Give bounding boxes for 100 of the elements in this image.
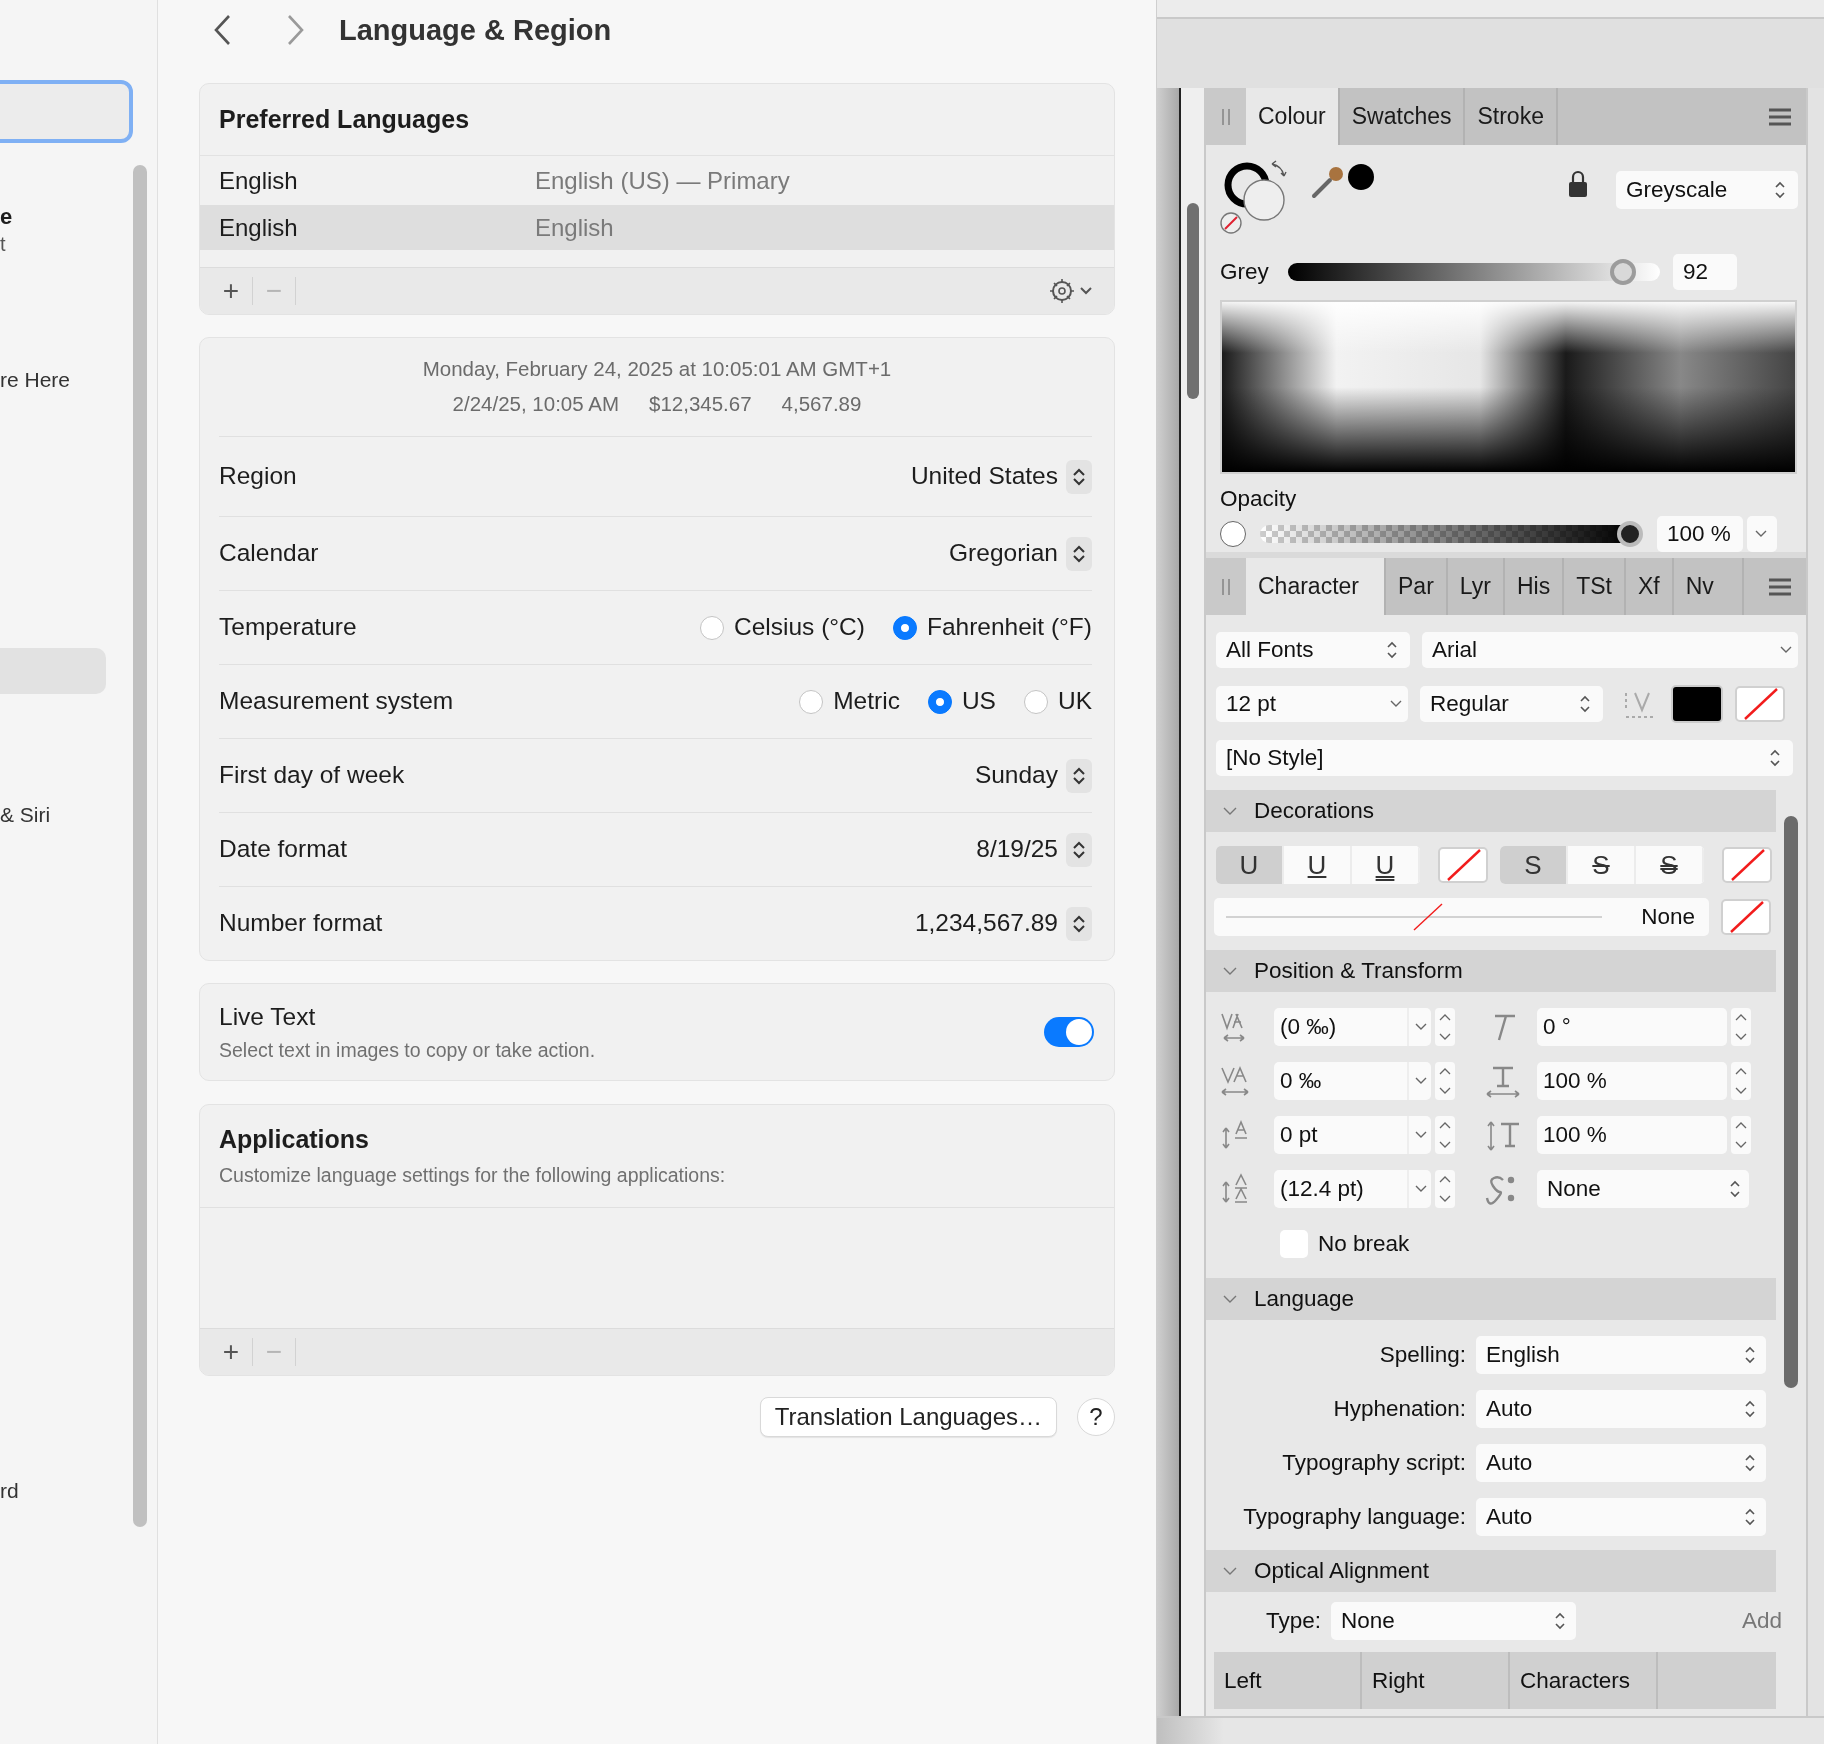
no-colour-swatch[interactable] [1721,899,1771,935]
value-field[interactable]: (12.4 pt) [1274,1170,1431,1208]
disclosure-chevron-icon [1222,965,1238,977]
slider-thumb[interactable] [1617,521,1643,547]
underline-option[interactable]: U [1216,846,1284,884]
line-style-field[interactable]: None [1214,898,1709,936]
language-row[interactable]: English English [200,205,1114,250]
menu-icon[interactable] [1768,106,1792,127]
lock-icon[interactable] [1568,170,1588,198]
section-description: Customize language settings for the following applications: [219,1162,727,1188]
radio-button[interactable] [892,615,917,640]
up-down-chevron-icon [1767,748,1783,768]
translation-languages-button[interactable]: Translation Languages… [759,1397,1057,1437]
popup-button[interactable]: Gregorian [949,535,1092,572]
font-weight-dropdown[interactable]: Regular [1420,686,1603,722]
grip-icon [1221,106,1231,127]
setting-label: Region [219,461,297,492]
menu-icon[interactable] [1768,576,1792,597]
strikethrough-option[interactable]: S [1500,846,1568,884]
add-button[interactable]: + [210,1338,252,1366]
help-button[interactable]: ? [1077,1398,1115,1436]
setting-label: Calendar [219,538,319,569]
stepper[interactable] [1435,1062,1455,1100]
up-down-chevron-icon [1742,1507,1758,1527]
value-field[interactable]: 0 pt [1274,1116,1431,1154]
stepper[interactable] [1435,1116,1455,1154]
language-detail: English (US) — Primary [535,165,790,196]
section-header[interactable]: Decorations [1206,790,1776,832]
radio-label: Celsius (°C) [734,612,865,643]
up-down-chevron-icon [1071,466,1087,487]
radio-button[interactable] [799,689,824,714]
section-header[interactable]: Position & Transform [1206,950,1776,992]
value-field[interactable]: 0 ° [1537,1008,1727,1046]
field-label: Typography language: [1242,1503,1467,1532]
up-down-chevron-icon [1071,839,1087,860]
sidebar-item[interactable]: rd [0,1468,106,1514]
text-colour-swatch [1671,685,1723,723]
toggle-switch[interactable] [1044,1017,1094,1047]
popup-button[interactable]: 1,234,567.89 [914,905,1092,942]
popup-button[interactable]: 8/19/25 [976,831,1092,868]
field-label: Typography script: [1281,1449,1467,1478]
search-field[interactable] [0,80,133,143]
radio-button[interactable] [700,615,724,640]
popup-button[interactable]: Sunday [974,757,1092,794]
format-preview: Monday, February 24, 2025 at 10:05:01 AM GMT+1 [422,356,892,383]
panel-tab[interactable]: Character [1246,558,1386,615]
font-size-field[interactable]: 12 pt [1216,686,1408,722]
eyedropper-icon[interactable] [1310,164,1346,200]
up-down-chevron-icon [1742,1453,1758,1473]
transparent-swatch [1220,521,1246,547]
grip-icon [1221,576,1231,597]
stepper[interactable] [1731,1116,1751,1154]
no-colour-swatch[interactable] [1722,847,1772,883]
stepper[interactable] [1731,1062,1751,1100]
value-field[interactable]: 92 [1673,254,1737,290]
stepper[interactable] [1731,1008,1751,1046]
radio-label: Metric [833,686,900,717]
add-button[interactable]: + [210,277,252,305]
no-colour-swatch[interactable] [1438,847,1488,883]
value-dropdown[interactable]: Auto [1476,1390,1766,1428]
setting-label: First day of week [219,760,405,791]
stepper[interactable] [1435,1008,1455,1046]
paragraph-style-dropdown[interactable]: [No Style] [1216,740,1793,776]
popup-button[interactable]: United States [910,458,1092,495]
radio-button[interactable] [927,689,952,714]
font-name-field[interactable]: Arial [1422,632,1798,668]
setting-label: Date format [219,834,347,865]
value-field[interactable]: (0 ‰) [1274,1008,1431,1046]
language-name: English [219,212,299,243]
value-field[interactable]: 100 % [1537,1116,1727,1154]
font-collection-dropdown[interactable]: All Fonts [1216,632,1410,668]
section-header[interactable]: Language [1206,1278,1776,1320]
sidebar-item[interactable]: re Here [0,357,106,403]
value-dropdown[interactable]: None [1331,1602,1576,1640]
value-field[interactable]: 0 ‰ [1274,1062,1431,1100]
format-sample: $12,345.67 [649,391,752,417]
panel-tab[interactable]: Colour [1246,88,1340,145]
sidebar-item[interactable]: & Siri [0,792,106,838]
value-dropdown[interactable]: Auto [1476,1498,1766,1536]
value-dropdown[interactable]: English [1476,1336,1766,1374]
section-header[interactable]: Optical Alignment [1206,1550,1776,1592]
field-label: Type: [1264,1607,1322,1636]
up-down-chevron-icon [1071,913,1087,934]
value-dropdown[interactable]: None [1537,1170,1749,1208]
slider-thumb[interactable] [1609,259,1636,285]
no-colour-swatch[interactable] [1735,686,1785,722]
up-down-chevron-icon [1772,180,1788,200]
section-title: Applications [219,1124,370,1155]
value-dropdown[interactable]: Auto [1476,1444,1766,1482]
setting-label: Measurement system [219,686,454,717]
column-header: Characters [1510,1652,1658,1709]
value-field[interactable]: 100 % [1537,1062,1727,1100]
colour-model-dropdown[interactable]: Greyscale [1616,171,1798,209]
radio-button[interactable] [1023,689,1048,714]
add-button[interactable]: Add [1741,1604,1782,1638]
stepper[interactable] [1435,1170,1455,1208]
up-down-chevron-icon [1071,765,1087,786]
disclosure-chevron-icon [1222,1293,1238,1305]
checkbox-label: No break [1318,1230,1410,1259]
opacity-value-field[interactable]: 100 % [1657,516,1743,552]
